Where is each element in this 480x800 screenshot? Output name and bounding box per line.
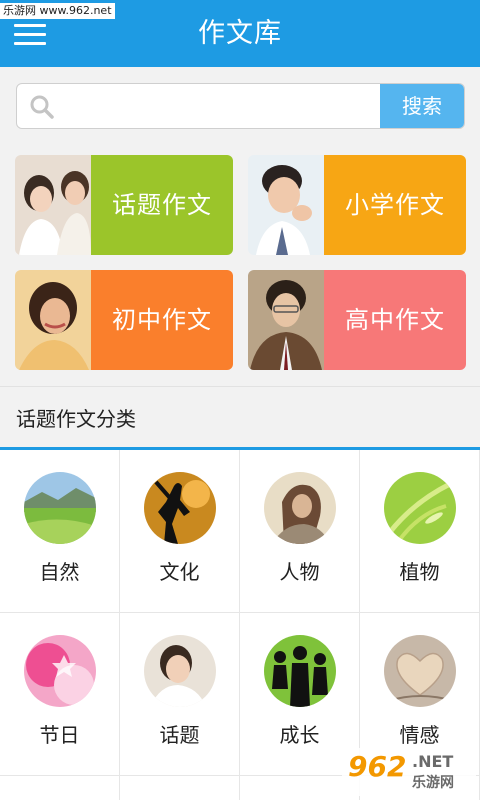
topic-item-row3-1 <box>0 776 120 800</box>
category-label-middle: 初中作文 <box>91 270 233 370</box>
category-tile-topic[interactable]: 话题作文 <box>15 155 233 255</box>
growth-silhouette-icon <box>264 635 336 707</box>
category-label-high: 高中作文 <box>324 270 466 370</box>
topic-item-festival[interactable]: 节日 <box>0 613 120 776</box>
topic-label-culture: 文化 <box>159 560 200 584</box>
category-tile-primary[interactable]: 小学作文 <box>248 155 466 255</box>
category-label-primary: 小学作文 <box>324 155 466 255</box>
watermark-bottom: 962 .NET 乐游网 <box>342 748 476 796</box>
app-screen: 乐游网 www.962.net 作文库 搜索 话题作文 小学作文 初中作文 高中… <box>0 0 480 800</box>
topic-label-nature: 自然 <box>39 560 80 584</box>
student-photo-icon <box>248 270 324 370</box>
search-box: 搜索 <box>16 83 465 129</box>
topic-item-row3-2 <box>120 776 240 800</box>
category-label-topic: 话题作文 <box>91 155 233 255</box>
category-tile-middle[interactable]: 初中作文 <box>15 270 233 370</box>
people-portrait-icon <box>264 472 336 544</box>
watermark-site: 乐游网 <box>412 775 454 791</box>
topic-label-festival: 节日 <box>39 723 80 747</box>
section-header: 话题作文分类 <box>0 386 480 448</box>
search-icon <box>30 95 54 119</box>
emotion-heart-icon <box>384 635 456 707</box>
topic-label-plants: 植物 <box>399 560 440 584</box>
culture-dancer-icon <box>144 472 216 544</box>
girl-photo-icon <box>15 270 91 370</box>
watermark-net: .NET <box>412 752 454 771</box>
topic-item-nature[interactable]: 自然 <box>0 450 120 613</box>
topic-item-topic[interactable]: 话题 <box>120 613 240 776</box>
topic-item-culture[interactable]: 文化 <box>120 450 240 613</box>
topic-item-plants[interactable]: 植物 <box>360 450 480 613</box>
search-button[interactable]: 搜索 <box>380 84 464 128</box>
topic-label-topic: 话题 <box>159 723 200 747</box>
women-photo-icon <box>15 155 91 255</box>
section-title: 话题作文分类 <box>16 407 136 431</box>
watermark-number: 962 <box>348 750 407 783</box>
nature-landscape-icon <box>24 472 96 544</box>
plant-leaf-icon <box>384 472 456 544</box>
topic-label-emotion: 情感 <box>399 723 440 747</box>
category-tile-high[interactable]: 高中作文 <box>248 270 466 370</box>
topic-label-people: 人物 <box>279 560 320 584</box>
app-header: 乐游网 www.962.net 作文库 <box>0 0 480 67</box>
topic-portrait-icon <box>144 635 216 707</box>
search-input[interactable] <box>63 84 383 128</box>
topic-label-growth: 成长 <box>279 723 320 747</box>
boy-photo-icon <box>248 155 324 255</box>
topic-item-people[interactable]: 人物 <box>240 450 360 613</box>
page-title: 作文库 <box>198 18 282 49</box>
search-area: 搜索 <box>0 67 480 145</box>
festival-pink-icon <box>24 635 96 707</box>
